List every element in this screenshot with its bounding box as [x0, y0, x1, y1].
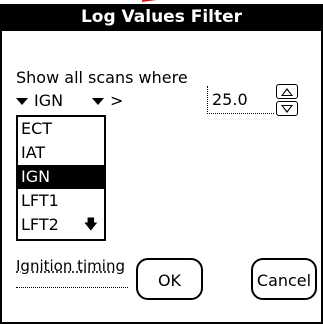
cancel-button[interactable]: Cancel — [251, 258, 317, 300]
description-underline — [16, 287, 128, 288]
dropdown-triangle-icon — [16, 98, 28, 105]
ok-button[interactable]: OK — [136, 258, 203, 300]
operator-select-value: > — [110, 91, 124, 110]
value-spinner[interactable] — [276, 84, 300, 118]
arrow-up-icon — [281, 88, 293, 96]
value-input[interactable]: 25.0 — [207, 86, 274, 114]
list-item-ign[interactable]: IGN — [18, 165, 104, 189]
field-description: Ignition timing — [16, 257, 125, 275]
dialog-title: Log Values Filter — [0, 4, 323, 31]
field-select-value: IGN — [34, 91, 64, 110]
spinner-down-button[interactable] — [276, 101, 298, 116]
spinner-up-button[interactable] — [276, 84, 298, 99]
field-select-trigger[interactable]: IGN — [16, 91, 63, 110]
list-item-ect[interactable]: ECT — [18, 117, 104, 141]
list-item-lft2-row[interactable]: LFT2 🡇 — [18, 213, 104, 237]
field-dropdown-list[interactable]: ECT IAT IGN LFT1 LFT2 🡇 — [16, 115, 106, 241]
list-item-iat[interactable]: IAT — [18, 141, 104, 165]
scroll-down-icon[interactable]: 🡇 — [84, 218, 98, 232]
list-item-lft1[interactable]: LFT1 — [18, 189, 104, 213]
red-annotation-mark — [142, 0, 172, 2]
operator-select-trigger[interactable]: > — [92, 91, 123, 110]
filter-prompt-label: Show all scans where — [16, 68, 188, 87]
arrow-down-icon — [281, 105, 293, 113]
dropdown-triangle-icon — [92, 98, 104, 105]
list-item-lft2: LFT2 — [21, 215, 59, 234]
